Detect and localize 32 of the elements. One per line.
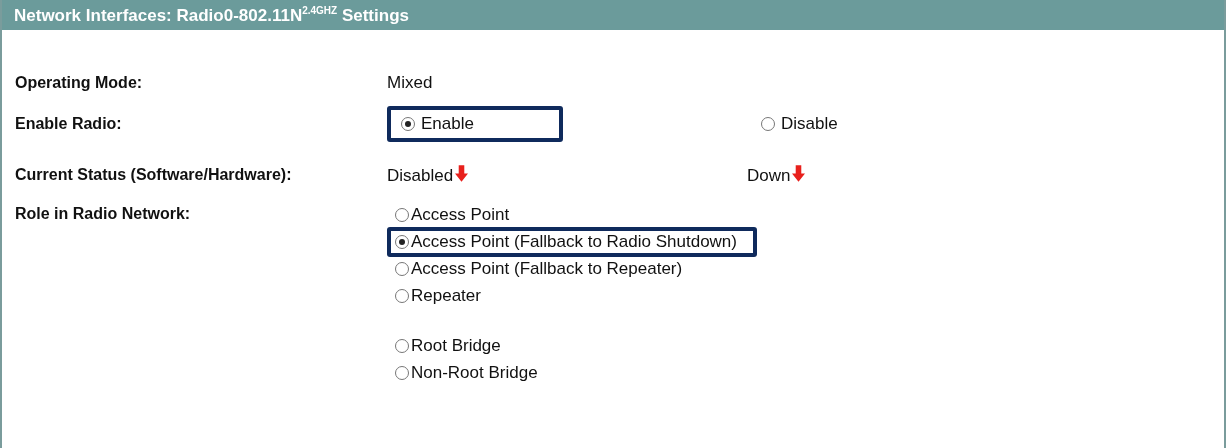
radio-option[interactable]: Enable [387, 106, 563, 142]
option-label: Enable [421, 114, 474, 134]
field-label: Role in Radio Network: [15, 205, 192, 223]
field-label: Operating Mode: [15, 74, 144, 92]
radio-option[interactable]: Repeater [387, 281, 501, 311]
status-value: Disabled [387, 165, 454, 186]
radio-button[interactable] [401, 117, 415, 131]
option-label: Root Bridge [411, 336, 501, 356]
field-label: Enable Radio: [15, 115, 123, 133]
field-label: Current Status (Software/Hardware): [15, 166, 293, 184]
radio-button[interactable] [395, 208, 409, 222]
radio-button[interactable] [395, 262, 409, 276]
option-label: Access Point (Fallback to Repeater) [411, 259, 683, 279]
panel-title: Network Interfaces: Radio0-802.11N$^{2.4GHZ}$ Settings [14, 4, 409, 26]
radio-button[interactable] [395, 366, 409, 380]
radio-option[interactable]: Access Point [387, 200, 530, 230]
option-label: Access Point [411, 205, 510, 225]
option-label: Access Point (Fallback to Radio Shutdown) [411, 232, 737, 252]
radio-button[interactable] [395, 235, 409, 249]
radio-option[interactable]: Non-Root Bridge [387, 358, 558, 388]
status-value: Down [747, 165, 791, 186]
radio-button[interactable] [395, 289, 409, 303]
option-label: Disable [781, 114, 838, 134]
option-label: Repeater [411, 286, 481, 306]
radio-option[interactable]: Access Point (Fallback to Radio Shutdown) [387, 227, 757, 257]
field-value: Mixed [387, 73, 434, 93]
radio-option[interactable]: Root Bridge [387, 331, 521, 361]
radio-button[interactable] [761, 117, 775, 131]
radio-option[interactable]: Access Point (Fallback to Repeater) [387, 254, 703, 284]
radio-button[interactable] [395, 339, 409, 353]
option-label: Non-Root Bridge [411, 363, 538, 383]
radio-option[interactable]: Disable [747, 106, 923, 142]
